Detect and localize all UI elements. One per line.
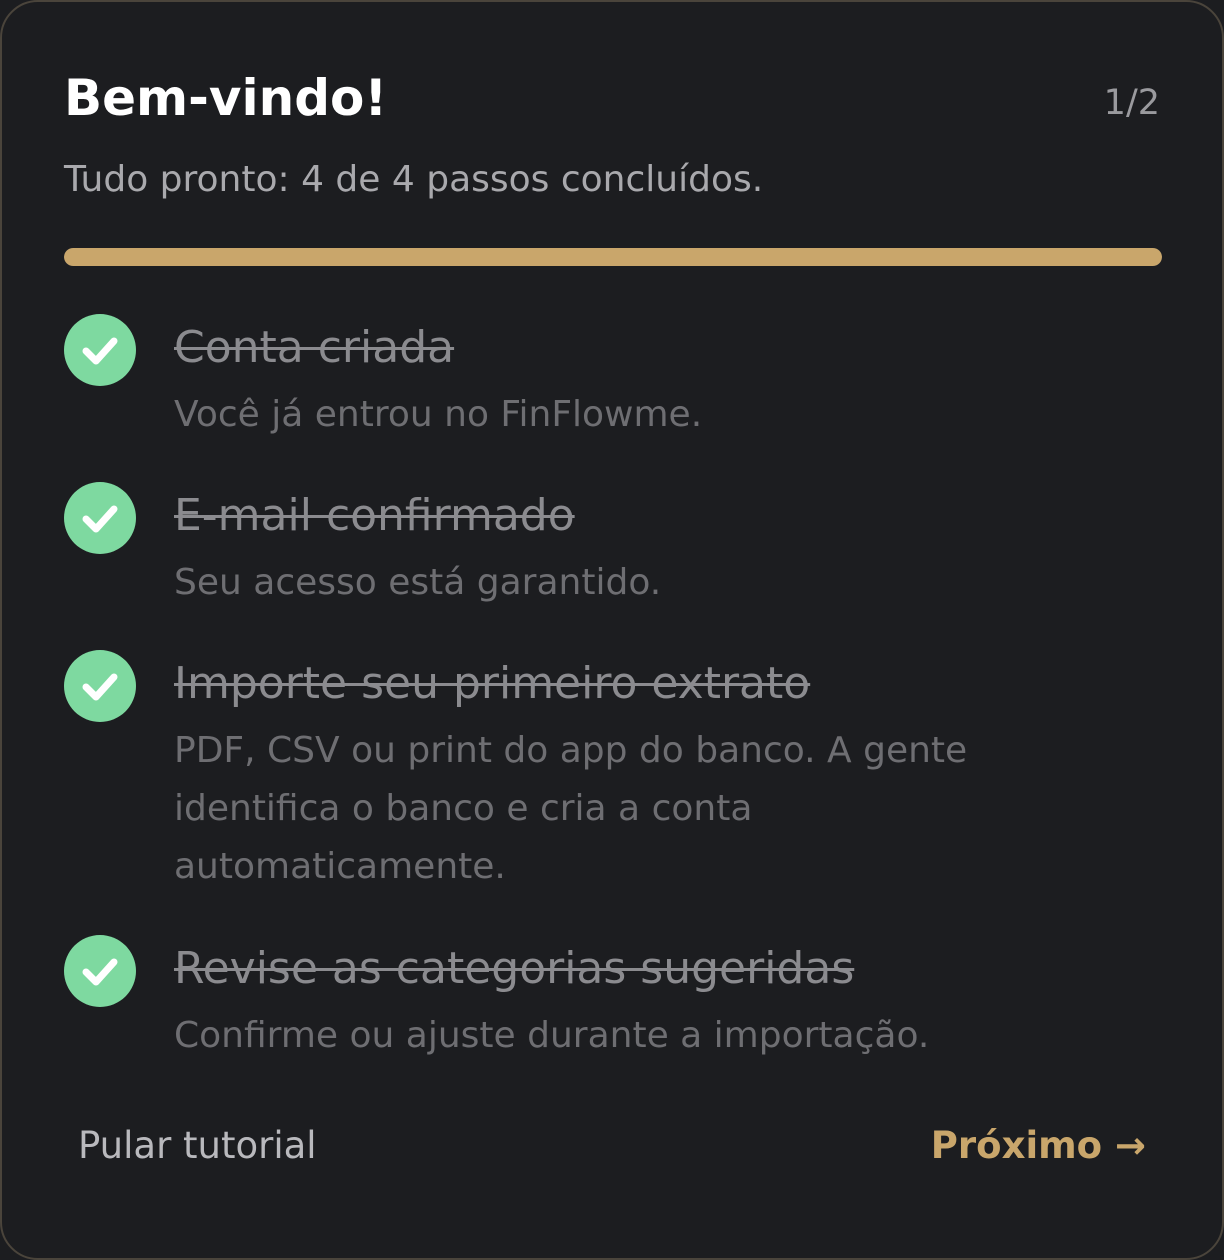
step-title: Revise as categorias sugeridas [174,943,855,994]
step-title: Importe seu primeiro extrato [174,658,811,709]
step-description: PDF, CSV ou print do app do banco. A gen… [174,730,968,887]
skip-tutorial-button[interactable]: Pular tutorial [78,1122,317,1170]
check-icon [64,650,136,722]
step-description: Seu acesso está garantido. [174,562,662,603]
progress-bar [64,248,1162,266]
step-description: Confirme ou ajuste durante a importação. [174,1015,930,1056]
progress-bar-fill [64,248,1162,266]
card-title: Bem-vindo! [64,69,388,127]
page-counter: 1/2 [1103,83,1160,123]
progress-summary: Tudo pronto: 4 de 4 passos concluídos. [64,159,764,200]
step-title: Conta criada [174,322,455,373]
check-icon [64,482,136,554]
step-description: Você já entrou no FinFlowme. [174,394,703,435]
next-button[interactable]: Próximo → [931,1122,1146,1170]
onboarding-card: Bem-vindo! 1/2 Tudo pronto: 4 de 4 passo… [0,0,1224,1260]
step-title: E-mail confirmado [174,490,575,541]
check-icon [64,935,136,1007]
check-icon [64,314,136,386]
